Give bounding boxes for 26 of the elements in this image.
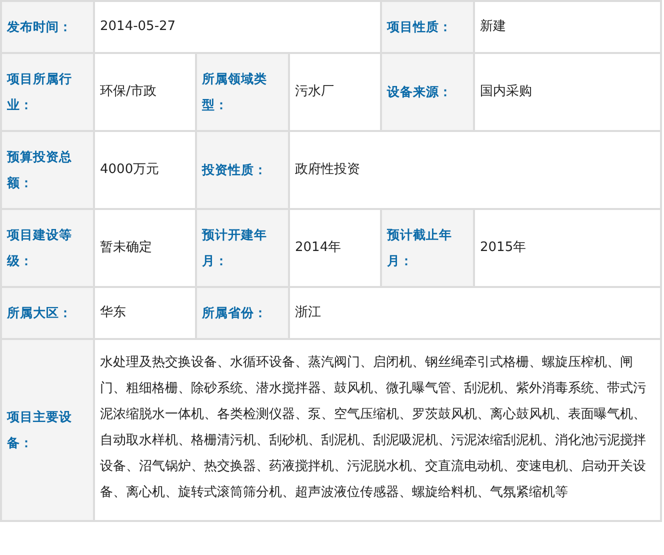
field-label: 项目主要设备： [1, 339, 94, 521]
field-value: 2014-05-27 [94, 1, 381, 53]
field-value: 国内采购 [474, 53, 661, 131]
field-label: 设备来源： [381, 53, 474, 131]
field-label: 预计截止年月： [381, 209, 474, 287]
field-label: 项目性质： [381, 1, 474, 53]
field-value: 4000万元 [94, 131, 196, 209]
field-value: 暂未确定 [94, 209, 196, 287]
field-label: 投资性质： [196, 131, 289, 209]
field-label: 项目所属行业： [1, 53, 94, 131]
field-label: 所属省份： [196, 287, 289, 339]
field-value: 2014年 [289, 209, 381, 287]
field-label: 所属领域类型： [196, 53, 289, 131]
field-label: 所属大区： [1, 287, 94, 339]
field-label: 预算投资总额： [1, 131, 94, 209]
field-value: 污水厂 [289, 53, 381, 131]
field-value: 2015年 [474, 209, 661, 287]
field-value: 水处理及热交换设备、水循环设备、蒸汽阀门、启闭机、钢丝绳牵引式格栅、螺旋压榨机、闸门、粗细格栅、除砂系统、潜水搅拌器、鼓风机、微孔曝气管、刮泥机、紫外消毒系统、带式污泥浓缩脱水一体机、各类检测仪器、泵、空气压缩机、罗茨鼓风机、离心鼓风机、表面曝气机、自动取水样机、格栅清污机、刮砂机、刮泥机、刮泥吸泥机、污泥浓缩刮泥机、消化池污泥搅拌设备、沼气锅炉、热交换器、药液搅拌机、污泥脱水机、交直流电动机、变速电机、启动开关设备、离心机、旋转式滚筒筛分机、超声波液位传感器、螺旋给料机、气氛紧缩机等 [94, 339, 661, 521]
field-label: 项目建设等级： [1, 209, 94, 287]
field-value: 新建 [474, 1, 661, 53]
field-value: 华东 [94, 287, 196, 339]
field-value: 浙江 [289, 287, 661, 339]
field-value: 环保/市政 [94, 53, 196, 131]
field-label: 发布时间： [1, 1, 94, 53]
field-value: 政府性投资 [289, 131, 661, 209]
field-label: 预计开建年月： [196, 209, 289, 287]
